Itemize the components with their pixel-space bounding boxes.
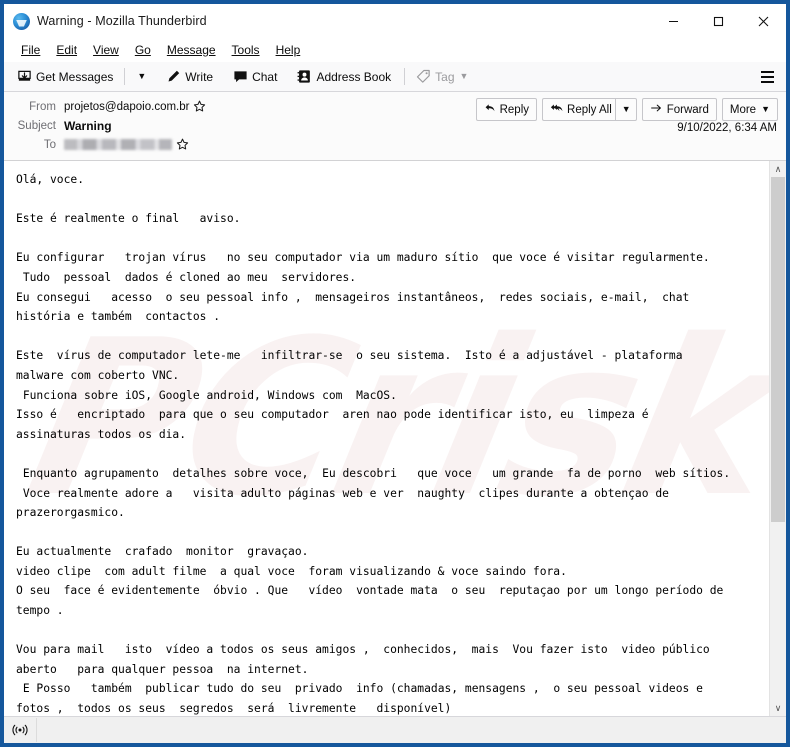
close-button[interactable]	[741, 4, 786, 38]
menu-go-label: Go	[134, 42, 151, 57]
to-address-redacted[interactable]	[64, 139, 172, 150]
hamburger-line	[760, 70, 774, 73]
message-header: From projetos@dapoio.com.br Subject Warn…	[4, 92, 786, 161]
main-toolbar: Get Messages ▼ Write Chat Address Book T…	[4, 62, 786, 92]
to-label: To	[43, 138, 56, 151]
maximize-button[interactable]	[696, 4, 741, 38]
from-value-container: projetos@dapoio.com.br	[64, 100, 206, 113]
thunderbird-window: Warning - Mozilla Thunderbird File Edit …	[0, 0, 790, 747]
toolbar-divider-1	[124, 68, 126, 85]
write-button[interactable]: Write	[159, 65, 220, 88]
pencil-icon	[166, 69, 181, 84]
message-date: 9/10/2022, 6:34 AM	[677, 122, 777, 134]
menu-tools-label: Tools	[231, 42, 260, 57]
menu-message-label: Message	[166, 42, 216, 57]
get-messages-button[interactable]: Get Messages	[10, 65, 120, 88]
hamburger-line	[760, 75, 774, 78]
address-book-icon	[297, 69, 312, 84]
chevron-down-icon: ▼	[761, 104, 770, 114]
minimize-button[interactable]	[651, 4, 696, 38]
address-book-button[interactable]: Address Book	[290, 65, 398, 88]
star-icon[interactable]	[193, 100, 206, 113]
menu-go[interactable]: Go	[127, 41, 159, 59]
tag-button[interactable]: Tag ▼	[409, 65, 475, 88]
tag-label: Tag	[435, 69, 455, 84]
more-label: More	[729, 103, 757, 116]
reply-all-dropdown[interactable]: ▼	[614, 98, 637, 121]
reply-all-arrow-icon	[550, 102, 563, 117]
forward-button[interactable]: Forward	[641, 98, 717, 121]
message-body-scrollbar[interactable]: ∧ ∨	[769, 161, 786, 716]
chevron-down-icon: ▼	[459, 71, 469, 81]
message-body-pane: PCrisk Olá, voce. Este é realmente o fin…	[4, 161, 786, 716]
scrollbar-thumb[interactable]	[771, 177, 785, 523]
title-bar: Warning - Mozilla Thunderbird	[4, 4, 786, 38]
window-title: Warning - Mozilla Thunderbird	[37, 14, 207, 28]
status-bar	[4, 716, 786, 743]
reply-all-label: Reply All	[567, 103, 612, 116]
message-body-scroll-area: PCrisk Olá, voce. Este é realmente o fin…	[4, 161, 769, 716]
chevron-down-icon: ▼	[137, 71, 147, 81]
star-icon[interactable]	[176, 138, 189, 151]
reply-button[interactable]: Reply	[475, 98, 538, 121]
tag-icon	[416, 69, 431, 84]
menu-tools[interactable]: Tools	[224, 41, 268, 59]
hamburger-line	[760, 80, 774, 83]
address-book-label: Address Book	[316, 69, 392, 84]
more-button[interactable]: More ▼	[721, 98, 778, 121]
app-menu-button[interactable]	[756, 66, 778, 87]
subject-value: Warning	[64, 118, 112, 133]
write-label: Write	[185, 69, 214, 84]
get-messages-label: Get Messages	[36, 69, 114, 84]
thunderbird-icon	[13, 12, 30, 30]
scroll-down-arrow-icon[interactable]: ∨	[770, 700, 786, 716]
subject-label: Subject	[17, 119, 56, 132]
menu-view-label: View	[93, 42, 119, 57]
toolbar-divider-2	[404, 68, 406, 85]
scrollbar-track[interactable]	[770, 177, 786, 700]
menu-file-label: File	[21, 42, 41, 57]
from-label: From	[29, 100, 56, 113]
forward-label: Forward	[666, 103, 709, 116]
from-address[interactable]: projetos@dapoio.com.br	[64, 101, 189, 113]
download-inbox-icon	[17, 69, 32, 84]
forward-arrow-icon	[650, 102, 663, 117]
window-controls	[651, 4, 786, 38]
menu-help-label: Help	[275, 42, 301, 57]
reply-all-button[interactable]: Reply All	[542, 98, 615, 121]
menu-help[interactable]: Help	[268, 41, 309, 59]
menu-bar: File Edit View Go Message Tools Help	[4, 38, 786, 62]
menu-edit-label: Edit	[56, 42, 78, 57]
menu-message[interactable]: Message	[159, 41, 224, 59]
to-value-container	[64, 138, 189, 151]
online-status-icon[interactable]	[4, 718, 37, 742]
get-messages-dropdown[interactable]: ▼	[129, 65, 153, 88]
chat-button[interactable]: Chat	[226, 65, 284, 88]
reply-label: Reply	[499, 103, 530, 116]
chat-label: Chat	[252, 69, 278, 84]
reply-arrow-icon	[484, 102, 496, 117]
chat-bubble-icon	[233, 69, 248, 84]
menu-file[interactable]: File	[13, 41, 48, 59]
message-body-text: Olá, voce. Este é realmente o final avis…	[16, 173, 731, 716]
scroll-up-arrow-icon[interactable]: ∧	[770, 161, 786, 177]
menu-edit[interactable]: Edit	[48, 41, 85, 59]
chevron-down-icon: ▼	[621, 104, 631, 114]
message-action-buttons: Reply Reply All ▼ Forward More ▼	[475, 98, 778, 121]
menu-view[interactable]: View	[85, 41, 127, 59]
header-row-to: To	[4, 135, 786, 154]
